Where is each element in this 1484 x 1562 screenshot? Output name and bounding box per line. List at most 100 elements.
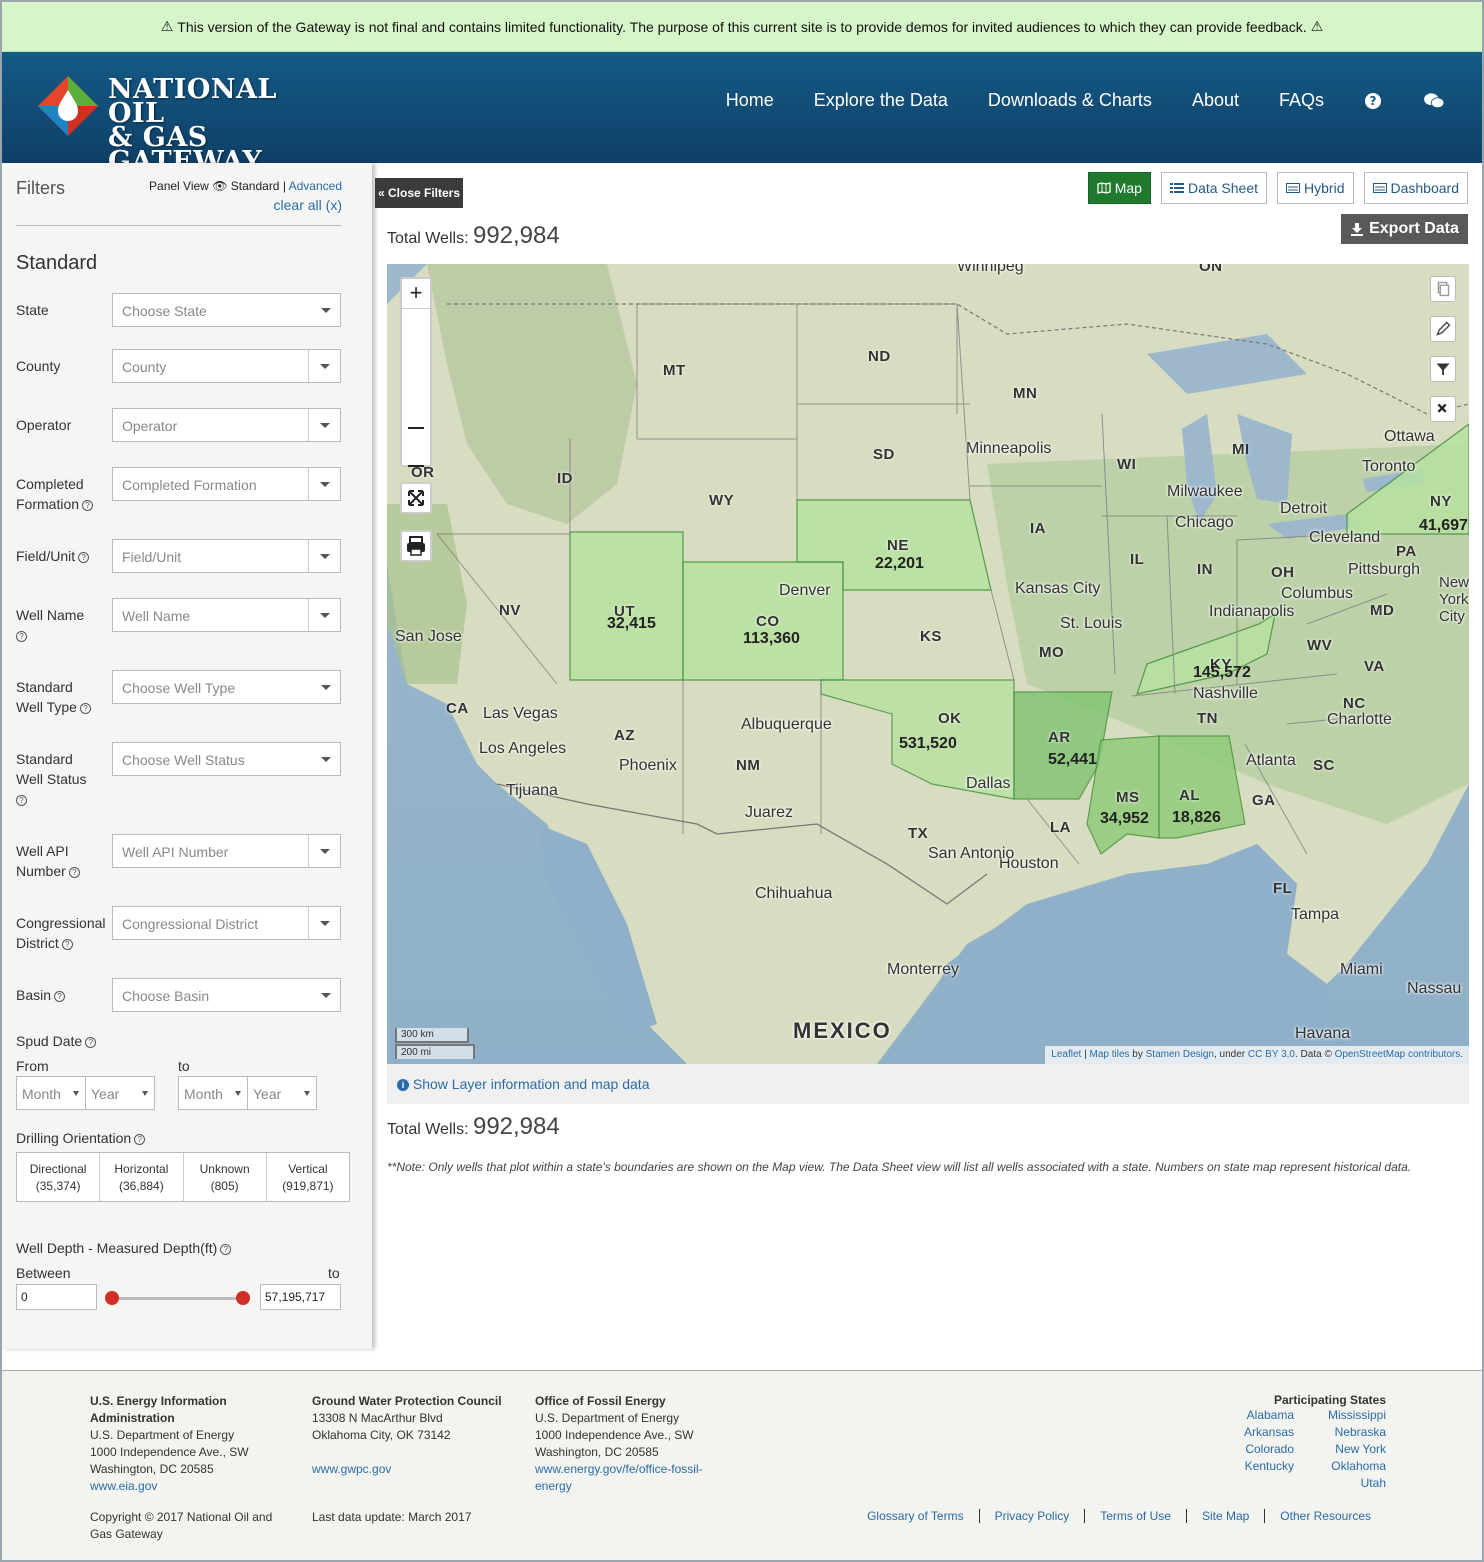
print-button[interactable] [400,530,432,562]
help-icon[interactable]: ? [220,1244,232,1255]
well-status-select[interactable]: Choose Well Status [112,742,341,776]
congressional-district-input[interactable]: Congressional District [112,906,341,940]
state-link[interactable]: Arkansas [1244,1424,1294,1441]
zoom-in-button[interactable]: + [402,279,430,309]
orientation-vertical-button[interactable]: Vertical (919,871) [267,1153,349,1201]
basin-select[interactable]: Choose Basin [112,978,341,1012]
section-title: Standard [16,252,98,274]
orientation-directional-button[interactable]: Directional (35,374) [17,1153,101,1201]
depth-slider-track[interactable] [112,1297,242,1300]
zoom-out-button[interactable] [408,465,424,467]
state-link[interactable]: Nebraska [1328,1424,1386,1441]
map-tiles-link[interactable]: Map tiles [1089,1049,1129,1060]
clear-all-link[interactable]: clear all (x) [274,197,342,213]
site-map-link[interactable]: Site Map [1185,1509,1264,1523]
eia-link[interactable]: www.eia.gov [90,1478,249,1495]
state-link[interactable]: Alabama [1244,1407,1294,1424]
chat-icon[interactable] [1422,92,1446,110]
help-icon[interactable]: ? [82,500,94,511]
nav-home[interactable]: Home [726,90,774,111]
state-select[interactable]: Choose State [112,293,341,327]
state-link[interactable]: Kentucky [1244,1458,1294,1475]
divider [16,225,342,226]
depth-min-input[interactable]: 0 [16,1284,97,1310]
privacy-policy-link[interactable]: Privacy Policy [978,1509,1085,1523]
stamen-link[interactable]: Stamen Design [1146,1049,1214,1060]
spud-to-year-select[interactable]: Year [247,1076,317,1110]
leaflet-link[interactable]: Leaflet [1051,1049,1081,1060]
caret-down-icon[interactable] [320,613,330,618]
close-filters-button[interactable]: « Close Filters [375,178,463,208]
footer-line: Oklahoma City, OK 73142 [312,1428,451,1442]
total-value: 992,984 [472,1113,560,1140]
site-logo[interactable]: NATIONAL OIL & GAS GATEWAY [36,70,336,175]
state-link[interactable]: Utah [1328,1475,1386,1492]
copy-tool-button[interactable] [1430,276,1456,302]
orientation-horizontal-button[interactable]: Horizontal (36,884) [100,1153,184,1201]
state-link[interactable]: Colorado [1244,1441,1294,1458]
help-icon[interactable]: ? [134,1134,146,1145]
map-view[interactable]: MT ND MN SD WY ID NE IA WI MI IL IN OH P… [387,264,1469,1064]
zoom-out-button[interactable] [408,427,424,429]
cc-link[interactable]: CC BY 3.0 [1248,1049,1295,1060]
well-name-input[interactable]: Well Name [112,598,341,632]
well-type-select[interactable]: Choose Well Type [112,670,341,704]
county-input[interactable]: County [112,349,341,383]
caret-down-icon[interactable] [320,921,330,926]
panel-standard-option[interactable]: Standard [231,179,280,193]
field-unit-input[interactable]: Field/Unit [112,539,341,573]
help-icon[interactable]: ? [16,795,27,806]
operator-input[interactable]: Operator [112,408,341,442]
orientation-unknown-button[interactable]: Unknown (805) [184,1153,267,1201]
osm-link[interactable]: OpenStreetMap contributors [1335,1049,1461,1060]
depth-max-input[interactable]: 57,195,717 [260,1284,341,1310]
depth-slider-min-handle[interactable] [105,1291,119,1305]
depth-slider-max-handle[interactable] [236,1291,250,1305]
spud-to-month-select[interactable]: Month [178,1076,248,1110]
fe-link[interactable]: energy [535,1478,703,1495]
footer-heading: Administration [90,1411,175,1425]
help-icon[interactable]: ? [61,939,73,950]
total-label: Total Wells: [387,1121,469,1138]
gwpc-link[interactable]: www.gwpc.gov [312,1461,502,1478]
map-city-label: Ottawa [1384,428,1435,445]
terms-of-use-link[interactable]: Terms of Use [1084,1509,1186,1523]
help-icon[interactable]: ? [1364,92,1382,110]
caret-down-icon[interactable] [320,482,330,487]
caret-down-icon[interactable] [320,364,330,369]
nav-faqs[interactable]: FAQs [1279,90,1324,111]
panel-advanced-option[interactable]: Advanced [289,179,342,193]
draw-tool-button[interactable] [1430,316,1456,342]
tab-dashboard[interactable]: Dashboard [1363,172,1468,204]
filter-tool-button[interactable] [1430,356,1456,382]
glossary-link[interactable]: Glossary of Terms [852,1509,978,1523]
help-icon[interactable]: ? [16,631,27,642]
nav-about[interactable]: About [1192,90,1239,111]
clear-tool-button[interactable] [1430,396,1456,422]
tab-hybrid[interactable]: Hybrid [1277,172,1354,204]
help-icon[interactable]: ? [78,552,90,563]
caret-down-icon[interactable] [320,849,330,854]
completed-formation-input[interactable]: Completed Formation [112,467,341,501]
spud-from-month-select[interactable]: Month [16,1076,86,1110]
nav-downloads-charts[interactable]: Downloads & Charts [988,90,1152,111]
fe-link[interactable]: www.energy.gov/fe/office-fossil- [535,1461,703,1478]
spud-from-year-select[interactable]: Year [85,1076,155,1110]
well-api-input[interactable]: Well API Number [112,834,341,868]
state-link[interactable]: New York [1328,1441,1386,1458]
fullscreen-button[interactable] [400,482,432,514]
help-icon[interactable]: ? [79,703,91,714]
other-resources-link[interactable]: Other Resources [1264,1509,1386,1523]
caret-down-icon[interactable] [320,423,330,428]
caret-down-icon[interactable] [320,554,330,559]
help-icon[interactable]: ? [68,867,80,878]
export-data-button[interactable]: Export Data [1341,214,1468,244]
state-link[interactable]: Oklahoma [1328,1458,1386,1475]
help-icon[interactable]: ? [54,991,66,1002]
layer-info-toggle[interactable]: i Show Layer information and map data [387,1064,1469,1104]
tab-data-sheet[interactable]: Data Sheet [1160,172,1268,204]
help-icon[interactable]: ? [85,1037,97,1048]
state-link[interactable]: Mississippi [1328,1407,1386,1424]
nav-explore-data[interactable]: Explore the Data [814,90,948,111]
tab-map[interactable]: Map [1087,172,1151,204]
